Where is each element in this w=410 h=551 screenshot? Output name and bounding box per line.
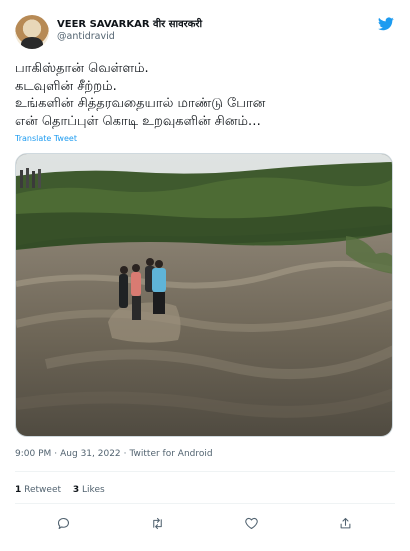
retweets-stat[interactable]: 1 Retweet: [15, 485, 61, 495]
tweet-card: VEER SAVARKAR वीर सावरकरी @antidravid பா…: [0, 0, 410, 551]
tweet-source: Twitter for Android: [129, 449, 213, 459]
twitter-bird-icon[interactable]: [378, 17, 394, 31]
tweet-text-line: என் தொப்புள் கொடி உறவுகளின் சினம்…: [15, 113, 261, 129]
retweets-count: 1: [15, 485, 22, 495]
tweet-stats: 1 Retweet 3 Likes: [15, 485, 114, 495]
divider: [15, 503, 395, 504]
tweet-text-line: உங்களின் சித்தரவதையால் மாண்டு போன: [15, 96, 266, 111]
tweet-date[interactable]: Aug 31, 2022: [60, 449, 121, 459]
like-button[interactable]: [239, 511, 263, 535]
avatar[interactable]: [15, 15, 49, 49]
tweet-media-image[interactable]: [15, 153, 393, 437]
likes-count: 3: [72, 485, 80, 495]
retweets-label: Retweet: [24, 485, 62, 495]
divider: [15, 471, 395, 472]
share-icon: [340, 517, 350, 528]
meta-separator: ·: [54, 449, 58, 459]
tweet-text-line: பாகிஸ்தான் வெள்ளம்.: [15, 61, 149, 76]
likes-label: Likes: [82, 485, 105, 495]
heart-icon: [244, 517, 258, 529]
retweet-icon: [152, 517, 162, 529]
author-handle[interactable]: @antidravid: [57, 31, 115, 42]
share-button[interactable]: [333, 511, 357, 535]
likes-stat[interactable]: 3 Likes: [73, 485, 105, 495]
reply-icon: [57, 517, 69, 529]
retweet-button[interactable]: [145, 511, 169, 535]
translate-tweet-link[interactable]: Translate Tweet: [15, 134, 77, 143]
tweet-text-line: கடவுளின் சீற்றம்.: [15, 78, 117, 94]
tweet-time[interactable]: 9:00 PM: [15, 449, 51, 459]
reply-button[interactable]: [51, 511, 75, 535]
tweet-text: பாகிஸ்தான் வெள்ளம். கடவுளின் சீற்றம். உங…: [15, 60, 395, 130]
tweet-timestamp: 9:00 PM · Aug 31, 2022 · Twitter for Android: [15, 449, 213, 459]
tweet-actions: [15, 511, 395, 535]
meta-separator: ·: [123, 449, 127, 459]
author-display-name[interactable]: VEER SAVARKAR वीर सावरकरी: [57, 16, 202, 30]
